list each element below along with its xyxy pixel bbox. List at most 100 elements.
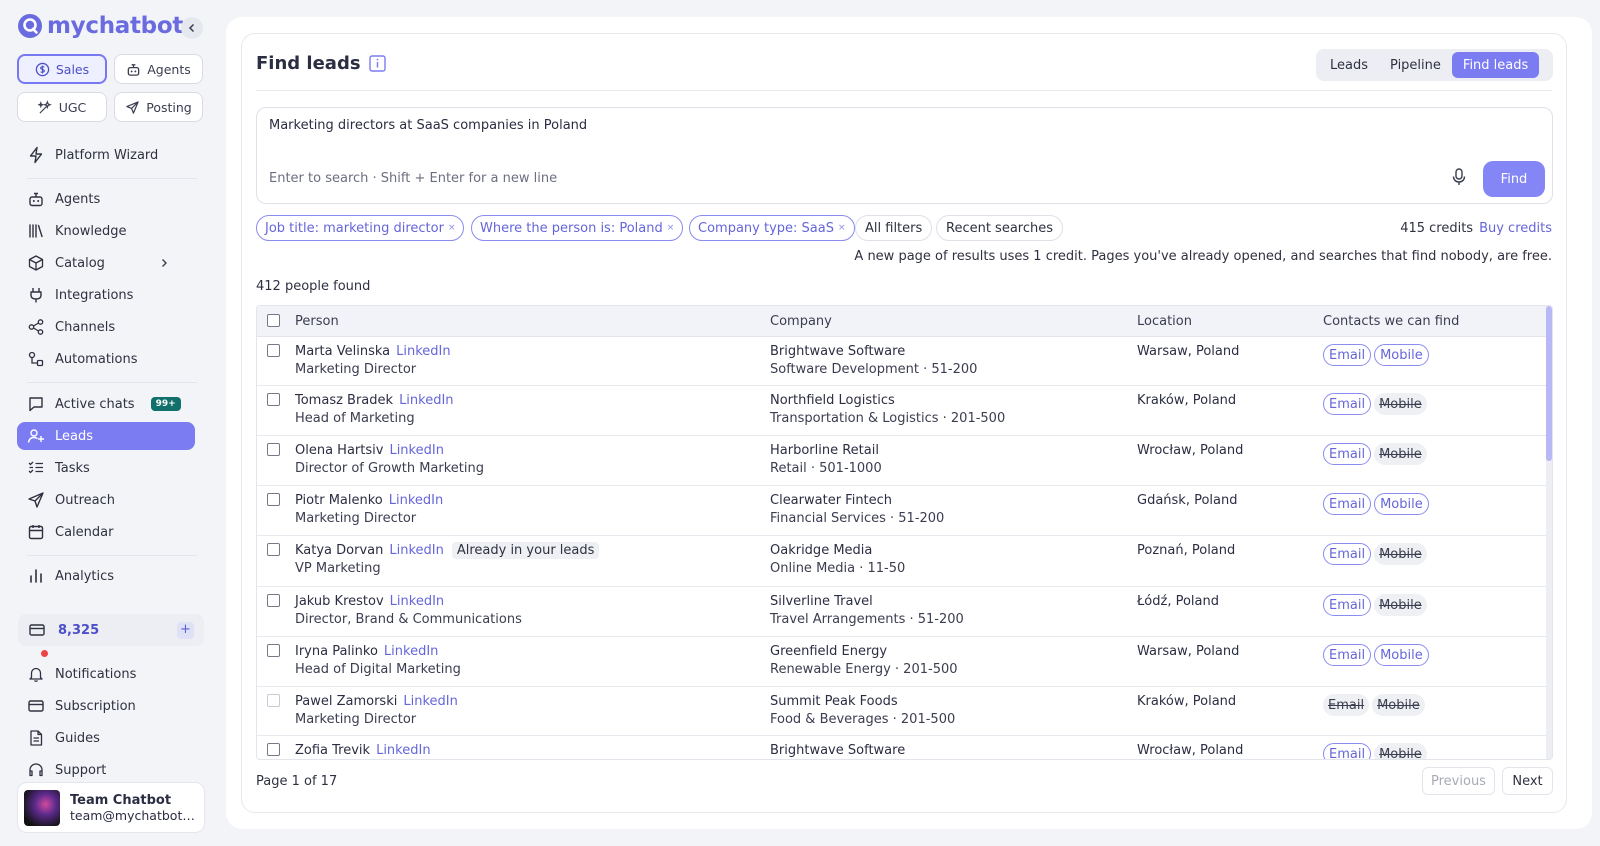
remove-filter-button[interactable]: × [448, 223, 456, 233]
nav-channels[interactable]: Channels [17, 313, 195, 341]
all-filters-button[interactable]: All filters [855, 215, 933, 241]
tab-find-leads[interactable]: Find leads [1451, 52, 1540, 78]
find-button[interactable]: Find [1483, 161, 1545, 197]
nav-subscription[interactable]: Subscription [17, 692, 195, 720]
table-row[interactable]: Pawel Zamorski LinkedIn Marketing Director… [257, 687, 1552, 736]
column-contacts: Contacts we can find [1323, 314, 1460, 329]
add-credits-button[interactable]: + [177, 622, 194, 639]
logo[interactable]: mychatbot [16, 12, 183, 40]
linkedin-link[interactable]: LinkedIn [396, 344, 450, 359]
email-pill[interactable]: Email [1323, 344, 1372, 366]
linkedin-link[interactable]: LinkedIn [399, 393, 453, 408]
row-checkbox[interactable] [267, 393, 280, 406]
filter-chip-job-title[interactable]: Job title: marketing director × [256, 215, 465, 241]
nav-knowledge[interactable]: Knowledge [17, 217, 195, 245]
nav-notifications-label: Notifications [55, 666, 137, 682]
filter-chip-location[interactable]: Where the person is: Poland × [471, 215, 684, 241]
recent-searches-button[interactable]: Recent searches [936, 215, 1064, 241]
linkedin-link[interactable]: LinkedIn [389, 493, 443, 508]
mode-posting-button[interactable]: Posting [114, 92, 203, 122]
person-name[interactable]: Tomasz Bradek [295, 393, 393, 408]
email-pill[interactable]: Email [1323, 393, 1372, 415]
nav-agents[interactable]: Agents [17, 185, 195, 213]
microphone-icon[interactable] [1450, 167, 1468, 187]
linkedin-link[interactable]: LinkedIn [376, 743, 430, 758]
tab-leads[interactable]: Leads [1319, 52, 1379, 78]
search-input[interactable]: Marketing directors at SaaS companies in… [256, 107, 1553, 204]
email-pill[interactable]: Email [1323, 743, 1372, 759]
person-name[interactable]: Iryna Palinko [295, 644, 378, 659]
table-row[interactable]: Katya Dorvan LinkedIn Already in your lead… [257, 536, 1552, 587]
filter-chip-company-type[interactable]: Company type: SaaS × [689, 215, 855, 241]
bolt-icon [29, 146, 43, 164]
nav-notifications[interactable]: Notifications [17, 660, 195, 688]
select-all-checkbox[interactable] [267, 314, 280, 327]
tab-pipeline[interactable]: Pipeline [1379, 52, 1452, 78]
email-pill[interactable]: Email [1323, 543, 1372, 565]
table-row[interactable]: Piotr Malenko LinkedIn Marketing Director C… [257, 486, 1552, 536]
table-row[interactable]: Zofia Trevik LinkedIn Brightwave Software W… [257, 736, 1552, 759]
email-pill[interactable]: Email [1323, 594, 1372, 616]
linkedin-link[interactable]: LinkedIn [389, 443, 443, 458]
nav-support[interactable]: Support [17, 756, 195, 784]
nav-platform-wizard[interactable]: Platform Wizard [17, 141, 195, 169]
row-checkbox[interactable] [267, 543, 280, 556]
nav-outreach[interactable]: Outreach [17, 486, 195, 514]
remove-filter-button[interactable]: × [667, 223, 675, 233]
row-checkbox[interactable] [267, 644, 280, 657]
person-name[interactable]: Piotr Malenko [295, 493, 383, 508]
search-query[interactable]: Marketing directors at SaaS companies in… [269, 118, 587, 133]
contacts-cell: Email Mobile [1323, 443, 1430, 465]
mobile-pill[interactable]: Mobile [1374, 344, 1429, 366]
mobile-pill[interactable]: Mobile [1374, 644, 1429, 666]
nav-catalog[interactable]: Catalog [17, 249, 195, 277]
person-name[interactable]: Marta Velinska [295, 344, 390, 359]
sidebar-divider [27, 178, 197, 179]
row-checkbox[interactable] [267, 493, 280, 506]
info-icon[interactable] [368, 55, 386, 72]
remove-filter-button[interactable]: × [838, 223, 846, 233]
linkedin-link[interactable]: LinkedIn [384, 644, 438, 659]
table-row[interactable]: Iryna Palinko LinkedIn Head of Digital Mar… [257, 637, 1552, 687]
email-pill[interactable]: Email [1323, 493, 1372, 515]
linkedin-link[interactable]: LinkedIn [403, 694, 457, 709]
person-name[interactable]: Olena Hartsiv [295, 443, 383, 458]
row-checkbox[interactable] [267, 443, 280, 456]
nav-calendar[interactable]: Calendar [17, 518, 195, 546]
linkedin-link[interactable]: LinkedIn [389, 543, 443, 558]
person-name[interactable]: Zofia Trevik [295, 743, 370, 758]
previous-page-button[interactable]: Previous [1422, 767, 1495, 795]
table-row[interactable]: Marta Velinska LinkedIn Marketing Director… [257, 337, 1552, 386]
mode-ugc-button[interactable]: UGC [17, 92, 107, 122]
row-checkbox[interactable] [267, 694, 280, 707]
mode-sales-button[interactable]: Sales [17, 54, 107, 84]
table-row[interactable]: Jakub Krestov LinkedIn Director, Brand & C… [257, 587, 1552, 637]
table-row[interactable]: Tomasz Bradek LinkedIn Head of Marketing No… [257, 386, 1552, 436]
nav-integrations[interactable]: Integrations [17, 281, 195, 309]
collapse-sidebar-button[interactable] [181, 17, 203, 39]
email-pill[interactable]: Email [1323, 644, 1372, 666]
row-checkbox[interactable] [267, 594, 280, 607]
nav-automations[interactable]: Automations [17, 345, 195, 373]
person-name[interactable]: Jakub Krestov [295, 594, 384, 609]
mode-agents-button[interactable]: Agents [114, 54, 203, 84]
nav-tasks[interactable]: Tasks [17, 454, 195, 482]
person-name[interactable]: Katya Dorvan [295, 543, 383, 558]
company-name: Oakridge Media [770, 543, 873, 558]
scrollbar[interactable] [1546, 306, 1552, 759]
nav-analytics[interactable]: Analytics [17, 562, 195, 590]
email-pill[interactable]: Email [1323, 443, 1372, 465]
nav-active-chats[interactable]: Active chats 99+ [17, 390, 195, 418]
next-page-button[interactable]: Next [1502, 767, 1553, 795]
buy-credits-link[interactable]: Buy credits [1479, 221, 1552, 236]
linkedin-link[interactable]: LinkedIn [390, 594, 444, 609]
person-name[interactable]: Pawel Zamorski [295, 694, 397, 709]
scrollbar-thumb[interactable] [1546, 306, 1552, 461]
row-checkbox[interactable] [267, 344, 280, 357]
table-row[interactable]: Olena Hartsiv LinkedIn Director of Growth … [257, 436, 1552, 486]
mobile-pill[interactable]: Mobile [1374, 493, 1429, 515]
nav-guides[interactable]: Guides [17, 724, 195, 752]
user-profile-card[interactable]: Team Chatbot team@mychatbot.com [17, 782, 205, 833]
nav-leads[interactable]: Leads [17, 422, 195, 450]
row-checkbox[interactable] [267, 743, 280, 756]
